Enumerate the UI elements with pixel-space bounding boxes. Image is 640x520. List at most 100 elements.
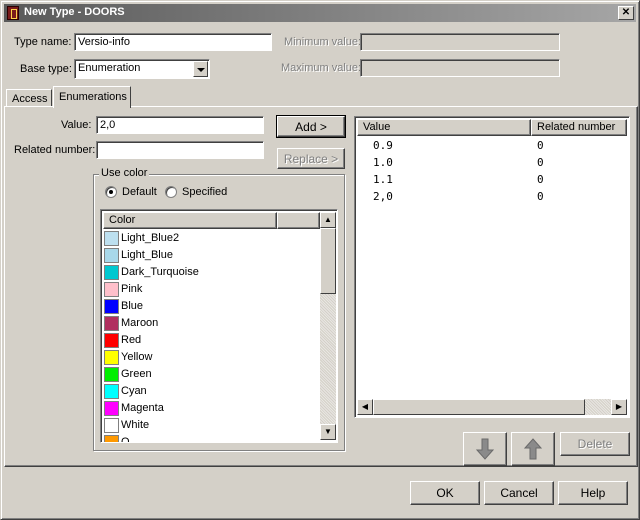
- color-name: Light_Blue: [121, 249, 173, 261]
- color-name: Yellow: [121, 351, 153, 363]
- window-title: New Type - DOORS: [24, 6, 125, 18]
- color-list-item[interactable]: Dark_Turquoise: [103, 264, 321, 281]
- table-row[interactable]: 2,0 0: [357, 188, 627, 205]
- color-extra-column-header[interactable]: [277, 212, 320, 229]
- value-column-header[interactable]: Value: [357, 119, 531, 136]
- color-swatch: [104, 367, 119, 382]
- specified-color-radio[interactable]: [165, 186, 177, 198]
- color-name: Maroon: [121, 317, 159, 329]
- chevron-down-icon[interactable]: [193, 61, 208, 77]
- color-name: Green: [121, 368, 152, 380]
- new-type-dialog: New Type - DOORS ✕ Type name: Versio-inf…: [0, 0, 640, 520]
- title-bar[interactable]: New Type - DOORS ✕: [4, 4, 636, 22]
- doors-app-icon: [7, 6, 19, 20]
- type-name-input[interactable]: Versio-info: [74, 33, 272, 51]
- color-column-header[interactable]: Color: [103, 212, 277, 229]
- help-button[interactable]: Help: [558, 481, 628, 505]
- value-input[interactable]: 2,0: [96, 116, 264, 134]
- color-swatch: [104, 265, 119, 280]
- scroll-right-icon[interactable]: ▶: [611, 399, 627, 415]
- color-list-item[interactable]: Light_Blue: [103, 247, 321, 264]
- base-type-label: Base type:: [20, 63, 72, 75]
- specified-color-label: Specified: [182, 186, 228, 198]
- color-name: White: [121, 419, 150, 431]
- table-row[interactable]: 0.9 0: [357, 137, 627, 154]
- color-scroll-thumb[interactable]: [320, 228, 336, 294]
- arrow-up-icon: [523, 438, 543, 460]
- color-swatch: [104, 333, 119, 348]
- related-number-column-header[interactable]: Related number: [531, 119, 627, 136]
- base-type-select[interactable]: Enumeration: [74, 59, 210, 79]
- enum-value-cell: 2,0: [373, 190, 393, 203]
- use-color-title: Use color: [99, 167, 150, 179]
- related-number-cell: 0: [537, 190, 544, 203]
- color-list-item[interactable]: Yellow: [103, 349, 321, 366]
- add-button[interactable]: Add >: [276, 115, 346, 138]
- tab-access-label: Access: [12, 93, 48, 105]
- delete-button[interactable]: Delete: [560, 432, 630, 456]
- move-down-button[interactable]: [463, 432, 507, 466]
- move-up-button[interactable]: [511, 432, 555, 466]
- tab-enumerations-label: Enumerations: [59, 91, 127, 103]
- ok-button[interactable]: OK: [410, 481, 480, 505]
- color-list-item[interactable]: Green: [103, 366, 321, 383]
- tab-access[interactable]: Access: [6, 89, 52, 107]
- default-color-radio[interactable]: [105, 186, 117, 198]
- color-swatch: [104, 316, 119, 331]
- color-list-item[interactable]: O: [103, 434, 321, 443]
- color-swatch: [104, 384, 119, 399]
- table-row[interactable]: 1.1 0: [357, 171, 627, 188]
- values-table[interactable]: Value Related number 0.9 0 1.0 0 1.1 0 2,0 0 ◀ …: [354, 116, 630, 418]
- color-swatch: [104, 282, 119, 297]
- related-number-cell: 0: [537, 173, 544, 186]
- color-list-item[interactable]: Cyan: [103, 383, 321, 400]
- arrow-down-icon: [475, 438, 495, 460]
- type-name-label: Type name:: [14, 36, 72, 48]
- enum-value-cell: 1.0: [373, 156, 393, 169]
- table-row[interactable]: 1.0 0: [357, 154, 627, 171]
- color-name: Red: [121, 334, 142, 346]
- enum-value-cell: 1.1: [373, 173, 393, 186]
- enum-value-cell: 0.9: [373, 139, 393, 152]
- maximum-value-label: Maximum value:: [281, 62, 362, 74]
- color-name: Light_Blue2: [121, 232, 180, 244]
- replace-button[interactable]: Replace >: [277, 148, 345, 169]
- color-swatch: [104, 299, 119, 314]
- scroll-down-icon[interactable]: ▼: [320, 424, 336, 440]
- scroll-left-icon[interactable]: ◀: [357, 399, 373, 415]
- color-name: Cyan: [121, 385, 147, 397]
- color-list-item[interactable]: Magenta: [103, 400, 321, 417]
- related-number-cell: 0: [537, 139, 544, 152]
- tab-enumerations[interactable]: Enumerations: [53, 86, 131, 108]
- color-list-item[interactable]: Blue: [103, 298, 321, 315]
- related-number-label: Related number:: [14, 144, 96, 156]
- color-swatch: [104, 401, 119, 416]
- color-name: O: [121, 436, 130, 443]
- color-list-item[interactable]: White: [103, 417, 321, 434]
- related-number-input[interactable]: [96, 141, 264, 159]
- color-list-item[interactable]: Red: [103, 332, 321, 349]
- values-hscroll-track[interactable]: [585, 399, 611, 415]
- color-name: Pink: [121, 283, 143, 295]
- scroll-up-icon[interactable]: ▲: [320, 212, 336, 228]
- color-name: Dark_Turquoise: [121, 266, 199, 278]
- color-name: Magenta: [121, 402, 164, 414]
- color-list-item[interactable]: Maroon: [103, 315, 321, 332]
- color-list-item[interactable]: Pink: [103, 281, 321, 298]
- color-list[interactable]: Color Light_Blue2 Light_Blue Dark_Turquois…: [100, 209, 338, 443]
- values-hscroll-thumb[interactable]: [373, 399, 585, 415]
- value-label: Value:: [61, 119, 92, 131]
- color-name: Blue: [121, 300, 144, 312]
- default-color-label: Default: [122, 186, 157, 198]
- cancel-button[interactable]: Cancel: [484, 481, 554, 505]
- close-button[interactable]: ✕: [618, 6, 634, 20]
- color-swatch: [104, 231, 119, 246]
- color-list-item[interactable]: Light_Blue2: [103, 230, 321, 247]
- base-type-value: Enumeration: [78, 62, 141, 74]
- maximum-value-input[interactable]: [360, 59, 560, 77]
- color-swatch: [104, 248, 119, 263]
- minimum-value-label: Minimum value:: [284, 36, 362, 48]
- minimum-value-input[interactable]: [360, 33, 560, 51]
- related-number-cell: 0: [537, 156, 544, 169]
- color-swatch: [104, 350, 119, 365]
